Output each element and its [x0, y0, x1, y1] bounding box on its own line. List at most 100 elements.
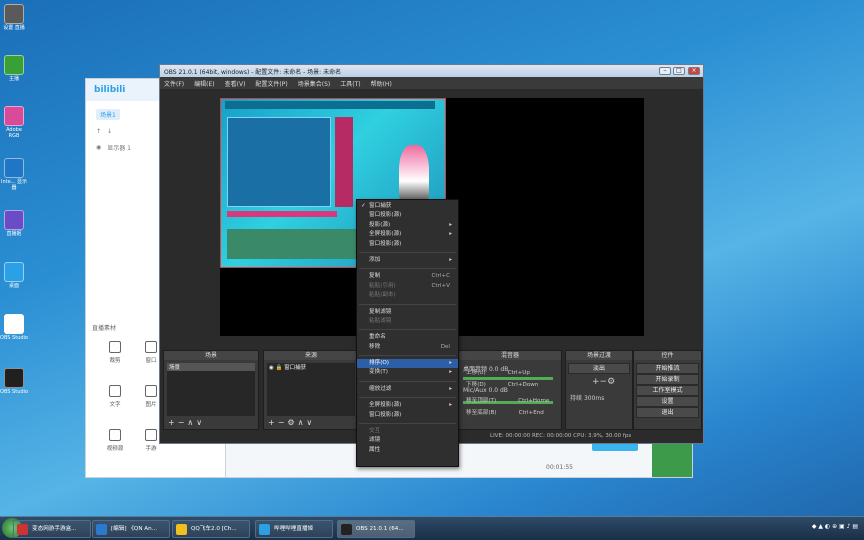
desktop-icon[interactable]: Inte... 显示器: [0, 158, 28, 191]
context-menu-item[interactable]: 窗口投影(源): [357, 240, 458, 249]
app-icon: [176, 524, 187, 535]
duration-row[interactable]: 持续 300ms: [570, 393, 604, 402]
menu-item-label: 粘贴滤镜: [369, 317, 392, 324]
taskbar-item[interactable]: 变态网游手游盒...: [13, 520, 91, 538]
menu-item[interactable]: 文件(F): [164, 79, 184, 88]
menu-item-label: 复制: [369, 273, 381, 280]
game-topbar: [225, 101, 435, 109]
submenu-item[interactable]: 移至顶部(T) Ctrl+Home: [466, 396, 549, 404]
menu-separator: [359, 380, 456, 382]
transition-buttons[interactable]: +−⚙: [592, 377, 615, 387]
context-menu-item[interactable]: 添加 ▸: [357, 256, 458, 265]
app-icon: [4, 368, 24, 388]
menu-item-label: 全屏投影(源): [369, 402, 402, 409]
menu-item[interactable]: 配置文件(P): [255, 79, 287, 88]
context-menu-item[interactable]: 重命名: [357, 333, 458, 342]
desktop-icon[interactable]: 桌面: [0, 262, 28, 289]
control-button[interactable]: 开始推流: [636, 363, 699, 374]
context-menu-item[interactable]: 变换(T) ▸: [357, 368, 458, 377]
desktop-icon[interactable]: 直播姬: [0, 210, 28, 237]
taskbar-item[interactable]: OBS 21.0.1 (64...: [337, 520, 415, 538]
close-button[interactable]: ×: [688, 67, 700, 75]
context-menu-item[interactable]: 窗口投影(源): [357, 411, 458, 420]
menu-item-label: 投影(源): [369, 221, 391, 228]
scene-item[interactable]: 场景: [167, 363, 255, 371]
desktop-icon[interactable]: Adobe RGB: [0, 106, 28, 139]
submenu-item[interactable]: 下移(D) Ctrl+Down: [466, 380, 538, 388]
context-menu-item[interactable]: 全屏投影(源) ▸: [357, 230, 458, 239]
up-arrow-icon[interactable]: ↑: [96, 128, 101, 135]
menu-item[interactable]: 帮助(H): [371, 79, 392, 88]
desktop-icon[interactable]: 设置 直播: [0, 4, 28, 31]
taskbar: 变态网游手游盒... [编辑] 《QN An... QQ飞车2.0 [Ch... 哔哩…: [0, 516, 864, 540]
desktop-icon-label: Adobe RGB: [6, 127, 22, 139]
taskbar-item[interactable]: 哔哩哔哩直播姬: [255, 520, 333, 538]
context-menu-item[interactable]: 复制 Ctrl+C: [357, 272, 458, 281]
menu-separator: [359, 423, 456, 425]
minimize-button[interactable]: –: [659, 67, 671, 75]
desktop-icon[interactable]: OBS Studio: [0, 368, 28, 395]
context-menu-item[interactable]: 滤镜: [357, 436, 458, 445]
menu-item[interactable]: 工具(T): [340, 79, 360, 88]
tool-icon: [109, 429, 121, 441]
sources-list[interactable]: ◉ 🔒 窗口捕获: [267, 363, 355, 416]
context-menu-item[interactable]: 窗口投影(源): [357, 211, 458, 220]
shortcut: Del: [440, 343, 450, 350]
menu-item-label: 移除: [369, 343, 381, 350]
control-button[interactable]: 开始录制: [636, 374, 699, 385]
control-button[interactable]: 工作室模式: [636, 385, 699, 396]
scenes-list[interactable]: 场景: [167, 363, 255, 416]
maximize-button[interactable]: □: [673, 67, 685, 75]
taskbar-item[interactable]: [编辑] 《QN An...: [92, 520, 170, 538]
menu-separator: [359, 303, 456, 305]
desktop-icon-label: 桌面: [8, 283, 19, 289]
tool-item[interactable]: 裁剪: [100, 341, 130, 364]
desktop-icon[interactable]: 主播: [0, 55, 28, 82]
control-button[interactable]: 设置: [636, 396, 699, 407]
taskbar-item-label: OBS 21.0.1 (64...: [356, 526, 404, 532]
desktop-icon-label: 设置 直播: [3, 25, 25, 31]
player-time: 00:01:55: [546, 464, 573, 471]
desktop-icon-label: OBS Studio: [0, 389, 28, 395]
submenu-shortcut: Ctrl+End: [518, 410, 544, 416]
scenes-dock: 场景 场景 +−∧∨: [163, 350, 259, 430]
context-menu-item[interactable]: 复制滤镜: [357, 308, 458, 317]
down-arrow-icon[interactable]: ↓: [107, 128, 112, 135]
tray[interactable]: ◆ ▲ ◐ ⊕ ▣ ♪ ▤: [812, 523, 858, 530]
chevron-right-icon: ▸: [449, 385, 452, 392]
taskbar-item-label: 哔哩哔哩直播姬: [274, 526, 314, 532]
source-item[interactable]: ◉ 🔒 窗口捕获: [267, 363, 355, 371]
section-label: 直播素材: [92, 325, 117, 332]
taskbar-item[interactable]: QQ飞车2.0 [Ch...: [172, 520, 250, 538]
menu-item[interactable]: 查看(V): [225, 79, 246, 88]
context-menu-item[interactable]: 投影(源) ▸: [357, 221, 458, 230]
submenu-item[interactable]: 上移(U) Ctrl+Up: [466, 368, 530, 376]
tool-label: 裁剪: [109, 358, 121, 364]
control-button[interactable]: 退出: [636, 407, 699, 418]
desktop-icon[interactable]: OBS Studio: [0, 314, 28, 341]
sources-footer[interactable]: +−⚙∧∨: [268, 418, 315, 427]
menu-item-label: 缩放过滤: [369, 385, 392, 392]
menu-separator: [359, 329, 456, 331]
tool-item[interactable]: 视频源: [100, 429, 130, 452]
submenu-item[interactable]: 移至底部(B) Ctrl+End: [466, 408, 544, 416]
context-menu-item[interactable]: 移除 Del: [357, 343, 458, 352]
menu-item[interactable]: 场景集合(S): [298, 79, 331, 88]
menu-item[interactable]: 编辑(E): [194, 79, 214, 88]
eye-icon[interactable]: ◉: [96, 144, 101, 151]
context-menu-item[interactable]: 缩放过滤 ▸: [357, 385, 458, 394]
tool-icon: [145, 341, 157, 353]
transition-select[interactable]: 淡出: [568, 363, 630, 374]
context-menu-item[interactable]: 属性: [357, 446, 458, 455]
context-menu-item[interactable]: 排序(O) ▸: [357, 359, 458, 369]
game-panel: [227, 117, 331, 207]
context-menu-item[interactable]: 窗口捕获 ✓: [357, 202, 458, 211]
tool-icon: [145, 429, 157, 441]
tool-item[interactable]: 文字: [100, 385, 130, 408]
scene-tab[interactable]: 场景1: [96, 109, 120, 120]
scenes-footer[interactable]: +−∧∨: [168, 418, 205, 427]
tool-icon: [109, 385, 121, 397]
bili-logo: bilibili: [94, 85, 126, 95]
menu-item-label: 复制滤镜: [369, 308, 392, 315]
context-menu-item[interactable]: 全屏投影(源) ▸: [357, 401, 458, 410]
